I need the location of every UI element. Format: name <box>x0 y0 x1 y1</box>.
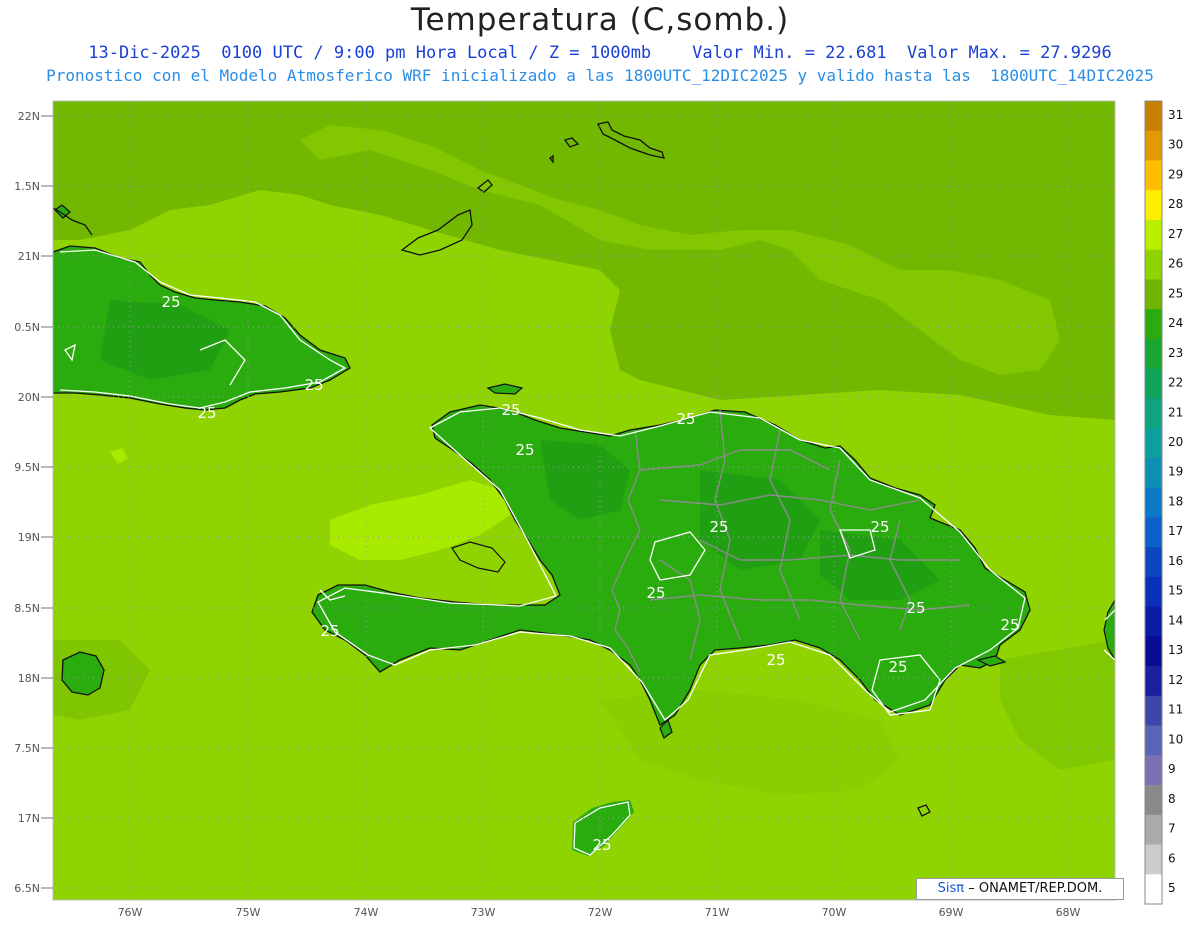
legend-swatch <box>1145 457 1162 489</box>
lon-label: 70W <box>822 906 847 919</box>
contour-label: 25 <box>197 404 216 422</box>
lon-label: 75W <box>236 906 261 919</box>
contour-label: 25 <box>1000 616 1019 634</box>
legend-swatch <box>1145 190 1162 221</box>
legend-label: 19 <box>1168 465 1183 479</box>
legend-swatch <box>1145 814 1162 846</box>
legend-swatch <box>1145 606 1162 637</box>
legend-label: 9 <box>1168 762 1176 776</box>
legend-swatch <box>1145 666 1162 697</box>
lon-label: 72W <box>588 906 613 919</box>
contour-label: 25 <box>646 584 665 602</box>
lat-label: 18N <box>18 672 40 685</box>
contour-label: 25 <box>515 441 534 459</box>
legend-swatch <box>1145 636 1162 667</box>
legend-label: 14 <box>1168 613 1183 627</box>
legend-swatch <box>1145 576 1162 608</box>
legend-swatch <box>1145 279 1162 310</box>
legend-label: 21 <box>1168 405 1183 419</box>
legend-swatch <box>1145 695 1162 727</box>
legend-swatch <box>1145 368 1162 399</box>
legend-swatch <box>1145 130 1162 161</box>
chart-title: Temperatura (C,somb.) <box>410 2 790 38</box>
contour-label: 25 <box>592 836 611 854</box>
legend-swatch <box>1145 874 1162 905</box>
lat-label: 1.5N <box>14 180 40 193</box>
contour-label: 25 <box>870 518 889 536</box>
legend-swatch <box>1145 785 1162 816</box>
legend-label: 6 <box>1168 851 1176 865</box>
legend-label: 26 <box>1168 257 1183 271</box>
legend-label: 16 <box>1168 554 1183 568</box>
legend-label: 11 <box>1168 703 1183 717</box>
legend-swatch <box>1145 428 1162 459</box>
legend-label: 30 <box>1168 138 1183 152</box>
lon-label: 69W <box>939 906 964 919</box>
legend-label: 17 <box>1168 524 1183 538</box>
legend-label: 27 <box>1168 227 1183 241</box>
legend-label: 23 <box>1168 346 1183 360</box>
legend-swatch <box>1145 487 1162 518</box>
contour-label: 25 <box>304 376 323 394</box>
lat-label: 17N <box>18 812 40 825</box>
legend-label: 15 <box>1168 584 1183 598</box>
lon-label: 76W <box>118 906 143 919</box>
lat-label: 19N <box>18 531 40 544</box>
lat-label: 8.5N <box>14 602 40 615</box>
legend-label: 13 <box>1168 643 1183 657</box>
legend-swatch <box>1145 309 1162 340</box>
forecast-time-line: 13-Dic-2025 0100 UTC / 9:00 pm Hora Loca… <box>88 43 1112 63</box>
contour-label: 25 <box>320 622 339 640</box>
contour-label: 25 <box>161 293 180 311</box>
legend-swatch <box>1145 844 1162 875</box>
contour-label: 25 <box>676 410 695 428</box>
contour-label: 25 <box>888 658 907 676</box>
lat-label: 9.5N <box>14 461 40 474</box>
legend-label: 18 <box>1168 494 1183 508</box>
legend-label: 7 <box>1168 822 1176 836</box>
contour-label: 25 <box>766 651 785 669</box>
legend-swatch <box>1145 101 1162 132</box>
legend-swatch <box>1145 249 1162 280</box>
legend-label: 31 <box>1168 108 1183 122</box>
credit-box: Sisπ – ONAMET/REP.DOM. <box>916 878 1124 900</box>
lat-label: 6.5N <box>14 882 40 895</box>
legend-label: 24 <box>1168 316 1183 330</box>
contour-label: 25 <box>501 401 520 419</box>
contour-label: 25 <box>906 599 925 617</box>
legend-label: 12 <box>1168 673 1183 687</box>
lat-label: 0.5N <box>14 321 40 334</box>
lat-label: 20N <box>18 391 40 404</box>
legend-label: 28 <box>1168 197 1183 211</box>
land-jamaica <box>61 651 105 696</box>
lat-label: 22N <box>18 110 40 123</box>
legend-swatch <box>1145 219 1162 251</box>
credit-sis: Sisπ <box>937 881 965 896</box>
forecast-map: 22N 1.5N 21N 0.5N 20N 9.5N 19N 8.5N 18N … <box>14 100 1183 919</box>
lon-label: 74W <box>354 906 379 919</box>
legend-swatch <box>1145 755 1162 786</box>
legend-swatch <box>1145 517 1162 548</box>
legend-swatch <box>1145 398 1162 429</box>
color-legend <box>1145 101 1162 905</box>
legend-label: 25 <box>1168 286 1183 300</box>
legend-label: 5 <box>1168 881 1176 895</box>
lon-label: 73W <box>471 906 496 919</box>
contour-label: 25 <box>709 518 728 536</box>
credit-org: – ONAMET/REP.DOM. <box>968 881 1103 896</box>
legend-label: 8 <box>1168 792 1176 806</box>
model-info-line: Pronostico con el Modelo Atmosferico WRF… <box>46 66 1154 85</box>
legend-swatch <box>1145 725 1162 756</box>
legend-label: 29 <box>1168 167 1183 181</box>
legend-swatch <box>1145 547 1162 578</box>
legend-swatch <box>1145 338 1162 370</box>
legend-label: 22 <box>1168 376 1183 390</box>
lon-label: 68W <box>1056 906 1081 919</box>
lon-label: 71W <box>705 906 730 919</box>
legend-label: 10 <box>1168 732 1183 746</box>
lat-label: 21N <box>18 250 40 263</box>
legend-label: 20 <box>1168 435 1183 449</box>
legend-swatch <box>1145 160 1162 191</box>
lat-label: 7.5N <box>14 742 40 755</box>
